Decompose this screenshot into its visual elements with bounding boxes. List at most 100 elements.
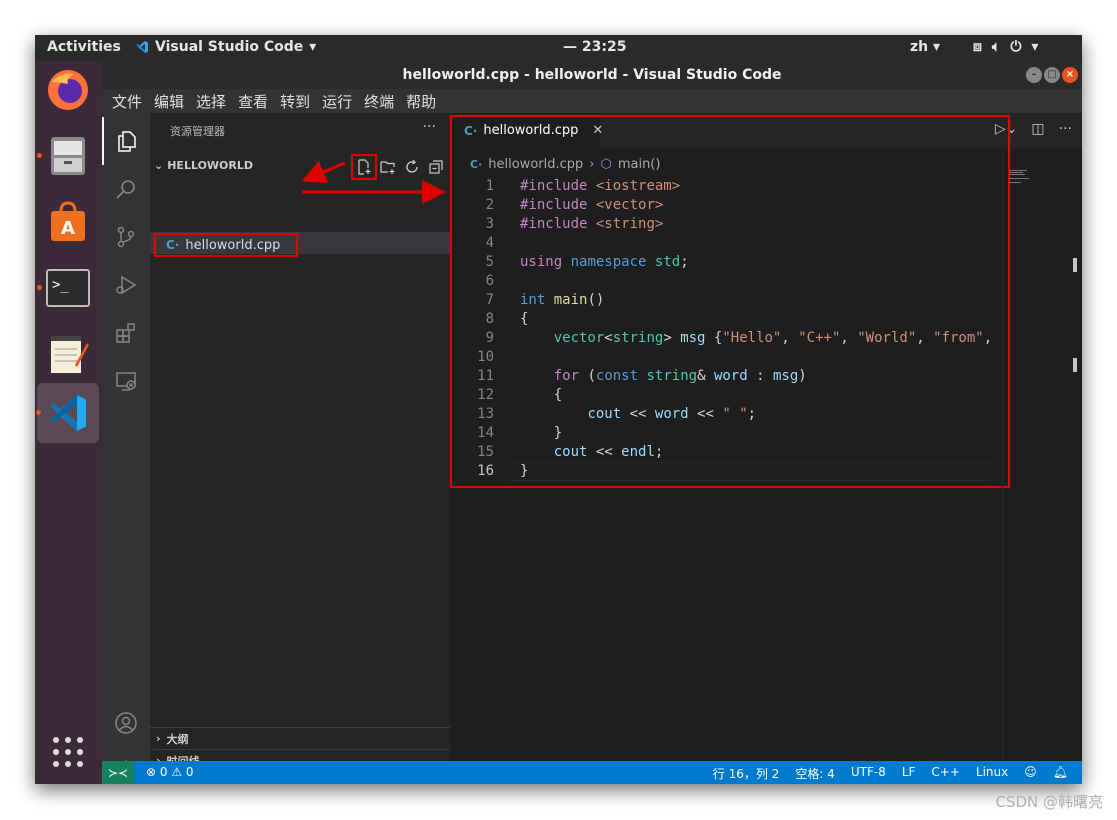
outline-section[interactable]: › 大纲 [150,727,450,749]
language-mode[interactable]: C++ [931,765,960,782]
menu-view[interactable]: 查看 [232,89,274,113]
explorer-actions [351,154,445,180]
svg-text:>_: >_ [52,277,69,293]
close-button[interactable]: × [1062,67,1078,83]
search-activity[interactable] [102,165,150,213]
file-tree-item[interactable]: C· helloworld.cpp [150,232,450,257]
vscode-window: helloworld.cpp - helloworld - Visual Stu… [102,61,1082,784]
chevron-down-icon: ⌄ [154,159,164,172]
status-right: 行 16，列 2 空格: 4 UTF-8 LF C++ Linux ☺ 🔔︎ [713,765,1068,782]
svg-text:A: A [61,218,75,239]
bell-icon[interactable]: 🔔︎ [1053,765,1068,782]
menu-help[interactable]: 帮助 [400,89,442,113]
scrollbar-marker [1073,258,1077,272]
vscode-icon [136,41,148,53]
window-title-bar: helloworld.cpp - helloworld - Visual Stu… [102,61,1082,89]
files-launcher[interactable] [37,131,93,181]
collapse-all-icon [429,160,443,174]
minimap[interactable] [1002,148,1068,761]
menu-bar: 文件 编辑 选择 查看 转到 运行 终端 帮助 [102,89,1082,113]
running-indicator [37,153,42,158]
app-menu[interactable]: Visual Studio Code ▾ [135,39,316,55]
ubuntu-top-bar: Activities Visual Studio Code ▾ — 23:25 … [35,35,1082,61]
scrollbar-marker [1073,358,1077,372]
search-icon [116,180,135,199]
firefox-launcher[interactable] [43,65,93,115]
new-file-icon [358,159,371,175]
cpp-file-icon: C· [166,238,180,252]
firefox-icon [48,70,88,110]
file-cabinet-icon [51,137,85,175]
chevron-right-icon: › [156,732,161,745]
terminal-launcher[interactable]: >_ [37,263,93,313]
more-icon[interactable]: ··· [1059,121,1072,137]
running-indicator [37,285,42,290]
activity-bar [102,113,150,783]
software-launcher[interactable]: A [43,197,93,247]
folder-name: HELLOWORLD [167,159,254,172]
source-control-activity[interactable] [102,213,150,261]
running-indicator [36,410,41,415]
activities-button[interactable]: Activities [47,39,121,55]
shopping-bag-icon: A [51,201,85,241]
remote-explorer-activity[interactable] [102,357,150,405]
extensions-activity[interactable] [102,309,150,357]
input-language[interactable]: zh ▾ [910,39,940,55]
status-bar: ≻≺ ⊗ 0 ⚠ 0 行 16，列 2 空格: 4 UTF-8 LF C++ L… [102,761,1082,784]
refresh-button[interactable] [403,158,421,176]
clock[interactable]: — 23:25 [563,39,626,55]
source-control-icon [117,226,135,248]
maximize-button[interactable]: □ [1044,67,1060,83]
run-debug-activity[interactable] [102,261,150,309]
minimize-button[interactable]: – [1026,67,1042,83]
file-name: helloworld.cpp [185,237,281,253]
text-editor-launcher[interactable] [43,329,93,379]
system-tray[interactable]: ⧈ 🔈︎ ⏻ ▾ [973,39,1038,55]
show-apps-button[interactable] [43,727,93,777]
workspace-folder-header[interactable]: ⌄ HELLOWORLD [154,159,253,172]
network-icon: ⧈ [973,39,982,55]
menu-go[interactable]: 转到 [274,89,316,113]
window-controls: – □ × [1026,67,1078,83]
explorer-title: 资源管理器 [170,125,225,138]
indentation[interactable]: 空格: 4 [795,765,835,782]
power-icon: ⏻ [1010,39,1022,55]
file-tree-item-highlight: C· helloworld.cpp [154,233,298,257]
cursor-position[interactable]: 行 16，列 2 [713,765,780,782]
menu-edit[interactable]: 编辑 [148,89,190,113]
collapse-all-button[interactable] [427,158,445,176]
accounts-activity[interactable] [102,699,150,747]
grid-icon [53,737,83,767]
vscode-launcher[interactable] [36,383,99,443]
vertical-scrollbar[interactable] [1068,148,1082,761]
menu-terminal[interactable]: 终端 [358,89,400,113]
split-editor-icon[interactable]: ◫ [1031,121,1044,137]
menu-selection[interactable]: 选择 [190,89,232,113]
explorer-activity[interactable] [102,117,150,165]
app-name: Visual Studio Code [155,39,304,55]
annotation-box [450,115,1010,488]
minimap-preview [1009,170,1029,183]
end-of-line[interactable]: LF [902,765,916,782]
more-actions-button[interactable]: ··· [423,119,436,135]
explorer-sidebar: 资源管理器 ··· ⌄ HELLOWORLD C· helloworld.cpp… [150,113,450,768]
feedback-icon[interactable]: ☺ [1024,765,1037,782]
terminal-icon: >_ [46,269,90,307]
chevron-down-icon: ▾ [309,39,317,55]
vscode-icon [50,395,86,431]
extensions-icon [116,323,135,343]
chevron-down-icon: ▾ [1031,39,1039,55]
remote-icon: ≻≺ [107,765,129,780]
menu-run[interactable]: 运行 [316,89,358,113]
menu-file[interactable]: 文件 [106,89,148,113]
problems-indicator[interactable]: ⊗ 0 ⚠ 0 [146,765,194,779]
window-title: helloworld.cpp - helloworld - Visual Stu… [402,67,782,83]
editor-area: C· helloworld.cpp ✕ ▷⌄ ◫ ··· C· hellowor… [450,113,1082,761]
remote-indicator[interactable]: ≻≺ [102,761,134,784]
refresh-icon [406,159,418,173]
platform[interactable]: Linux [976,765,1008,782]
new-file-button[interactable] [351,154,377,180]
encoding[interactable]: UTF-8 [851,765,886,782]
new-folder-icon [380,161,395,174]
new-folder-button[interactable] [379,158,397,176]
